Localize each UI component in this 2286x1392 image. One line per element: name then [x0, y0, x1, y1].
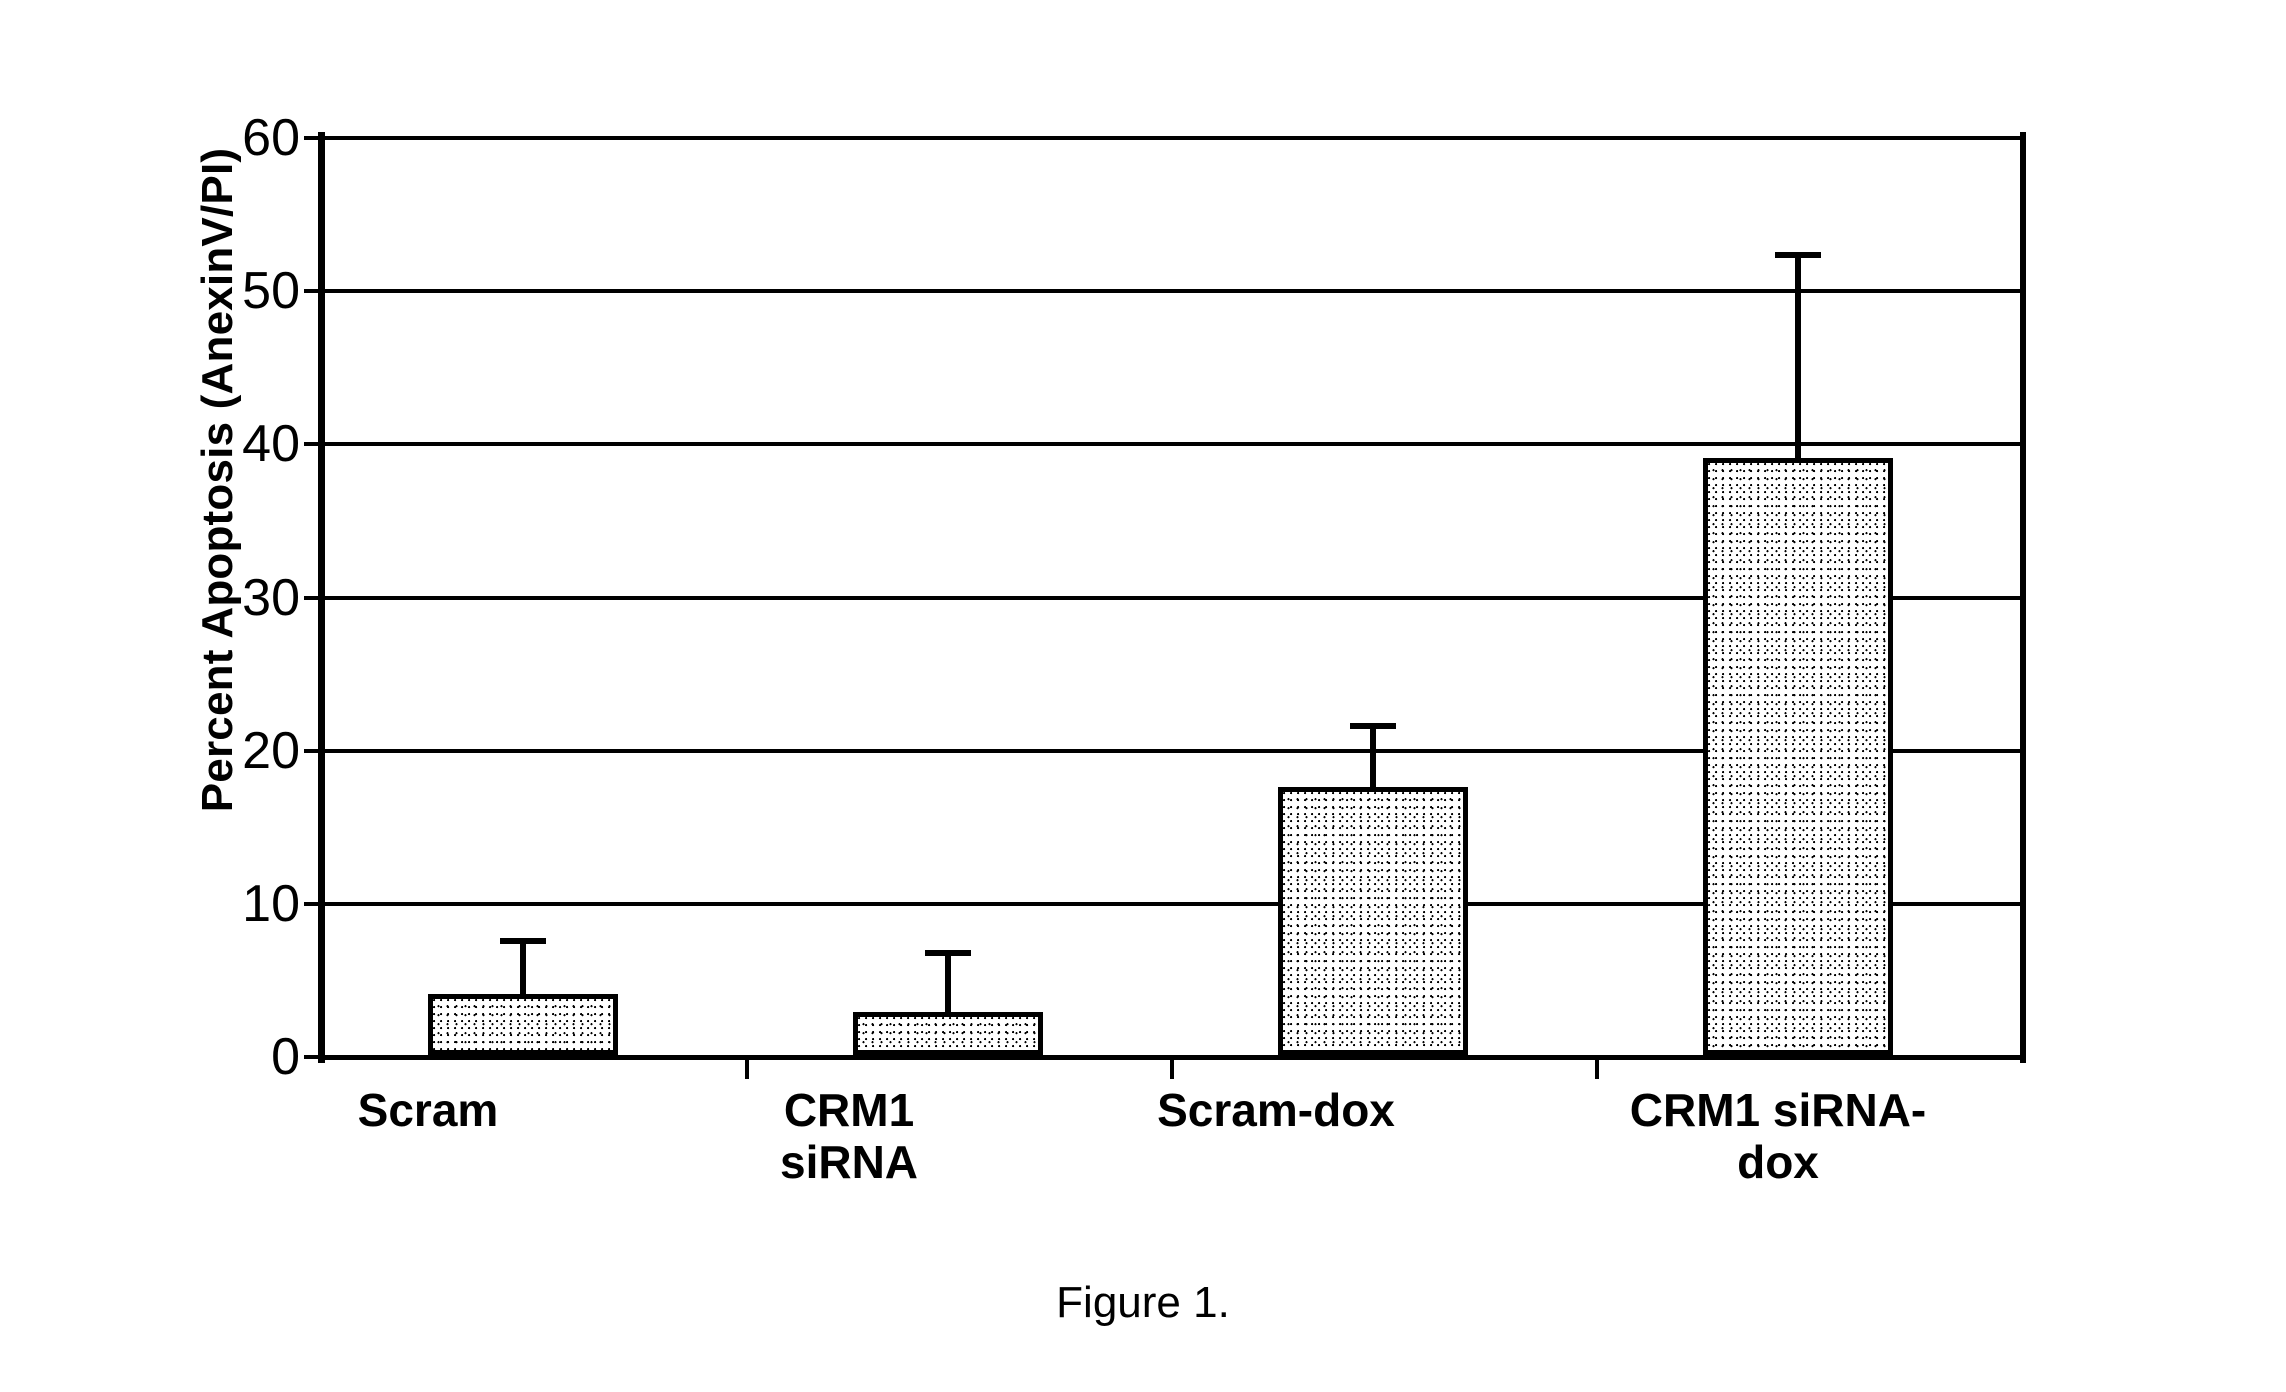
gridline-60 — [322, 136, 2022, 140]
y-tick-label-50: 50 — [242, 262, 300, 320]
y-tickmark-0 — [304, 1055, 320, 1059]
x-category-label-crm1-sirna-dox: CRM1 siRNA- dox — [1629, 1084, 1927, 1188]
bar-crm1-sirna[interactable] — [853, 1012, 1043, 1055]
bar-scram[interactable] — [428, 994, 618, 1055]
bar-scram-dox[interactable] — [1278, 787, 1468, 1055]
y-tick-label-10: 10 — [242, 875, 300, 933]
plot-area — [304, 132, 2026, 1079]
x-tickmark-1 — [745, 1057, 749, 1079]
x-category-label-scram-dox: Scram-dox — [1157, 1084, 1395, 1136]
bar-crm1-sirna-dox[interactable] — [1703, 458, 1893, 1055]
y-tick-label-60: 60 — [242, 109, 300, 167]
y-tickmark-30 — [304, 596, 320, 600]
y-tick-label-40: 40 — [242, 415, 300, 473]
errorbar-cap-crm1-sirna-dox — [1775, 252, 1821, 258]
x-tickmark-3 — [1595, 1057, 1599, 1079]
errorbar-stem-scram — [520, 941, 526, 994]
figure-container: Percent Apoptosis (AnexinV/PI) 60 50 40 … — [0, 0, 2286, 1392]
errorbar-cap-scram-dox — [1350, 723, 1396, 729]
y-tickmark-20 — [304, 749, 320, 753]
y-tickmark-60 — [304, 136, 320, 140]
errorbar-stem-scram-dox — [1370, 726, 1376, 787]
y-tickmark-50 — [304, 289, 320, 293]
gridline-40 — [322, 442, 2022, 446]
y-tick-label-0: 0 — [271, 1028, 300, 1086]
x-tickmark-2 — [1170, 1057, 1174, 1079]
errorbar-cap-scram — [500, 938, 546, 944]
errorbar-stem-crm1-sirna — [945, 953, 951, 1012]
y-axis-tick-labels: 60 50 40 30 20 10 0 — [180, 0, 300, 1392]
y-tick-label-20: 20 — [242, 722, 300, 780]
x-category-label-scram: Scram — [357, 1084, 499, 1136]
x-category-label-crm1-sirna: CRM1 siRNA — [779, 1084, 919, 1188]
y-tickmark-10 — [304, 902, 320, 906]
y-tickmark-40 — [304, 442, 320, 446]
gridline-50 — [322, 289, 2022, 293]
y-tick-label-30: 30 — [242, 569, 300, 627]
figure-caption: Figure 1. — [1056, 1278, 1230, 1327]
errorbar-cap-crm1-sirna — [925, 950, 971, 956]
errorbar-stem-crm1-sirna-dox — [1795, 255, 1801, 458]
